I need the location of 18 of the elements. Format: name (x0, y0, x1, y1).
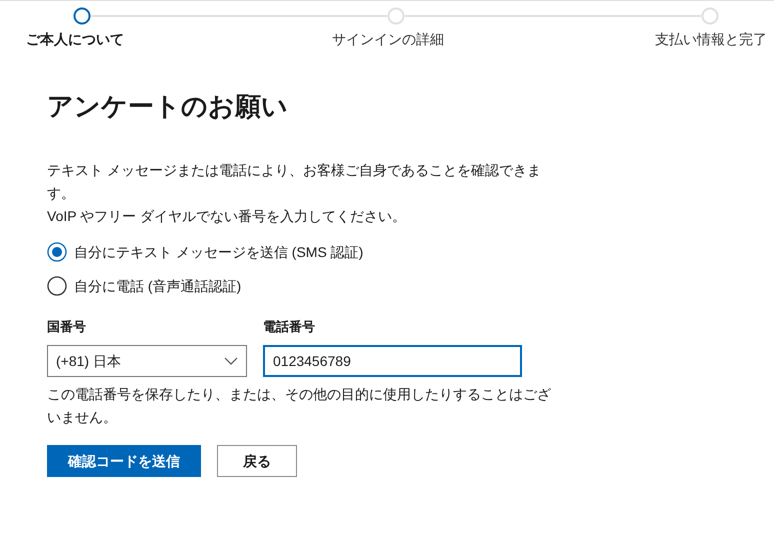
radio-button[interactable] (47, 242, 67, 262)
description-text: テキスト メッセージまたは電話により、お客様ご自身であることを確認できます。 (47, 161, 542, 203)
chevron-down-icon (224, 357, 238, 365)
phone-input-field[interactable]: 0123456789 (263, 345, 522, 377)
step-label: サインインの詳細 (332, 30, 444, 48)
radio-label[interactable]: 自分に電話 (音声通話認証) (74, 276, 242, 296)
page-title: アンケートのお願い (47, 90, 288, 123)
radio-label[interactable]: 自分にテキスト メッセージを送信 (SMS 認証) (74, 242, 364, 262)
field-label: 国番号 (47, 318, 86, 336)
radio-button[interactable] (47, 276, 67, 296)
send-code-button[interactable]: 確認コードを送信 (47, 445, 201, 477)
step-label: ご本人について (26, 30, 124, 48)
description-text: VoIP やフリー ダイヤルでない番号を入力してください。 (47, 207, 408, 226)
country-dropdown[interactable]: (+81) 日本 (47, 345, 247, 377)
step-label: 支払い情報と完了 (655, 30, 767, 48)
field-label: 電話番号 (263, 318, 315, 336)
privacy-note: この電話番号を保存したり、または、その他の目的に使用したりすることはございません。 (47, 385, 552, 427)
back-button[interactable]: 戻る (217, 445, 297, 477)
